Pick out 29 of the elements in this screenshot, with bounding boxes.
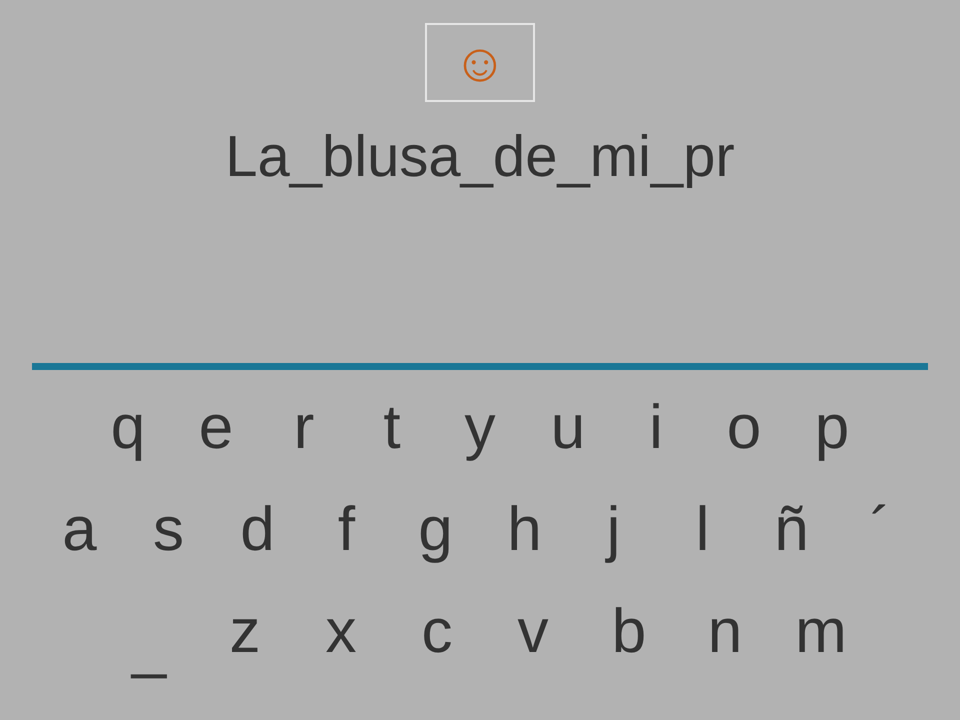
letter-key[interactable]: ´ [836, 494, 925, 566]
letter-key[interactable]: n [677, 596, 773, 668]
letter-key[interactable]: o [700, 392, 788, 464]
letter-key[interactable]: q [84, 392, 172, 464]
letter-key[interactable]: d [213, 494, 302, 566]
letter-key[interactable]: r [260, 392, 348, 464]
letter-key[interactable]: f [302, 494, 391, 566]
letter-key[interactable]: t [348, 392, 436, 464]
letter-key[interactable]: x [293, 596, 389, 668]
letter-key[interactable]: u [524, 392, 612, 464]
letter-key[interactable]: j [569, 494, 658, 566]
letter-key[interactable]: _ [101, 610, 197, 682]
letter-key[interactable]: m [773, 596, 869, 668]
letter-key[interactable]: ñ [747, 494, 836, 566]
letter-key[interactable]: p [788, 392, 876, 464]
letter-key[interactable]: e [172, 392, 260, 464]
letter-key[interactable]: a [35, 494, 124, 566]
letter-key[interactable]: h [480, 494, 569, 566]
letter-key[interactable]: v [485, 596, 581, 668]
letter-key[interactable]: l [658, 494, 747, 566]
letter-key[interactable]: c [389, 596, 485, 668]
letter-key[interactable]: b [581, 596, 677, 668]
letter-key[interactable]: z [197, 596, 293, 668]
smiley-symbol: ☺ [452, 36, 508, 90]
letter-key[interactable]: g [391, 494, 480, 566]
letter-key[interactable]: y [436, 392, 524, 464]
letter-key[interactable]: s [124, 494, 213, 566]
sentence-text: La_blusa_de_mi_pr [225, 124, 735, 190]
letter-key[interactable]: i [612, 392, 700, 464]
